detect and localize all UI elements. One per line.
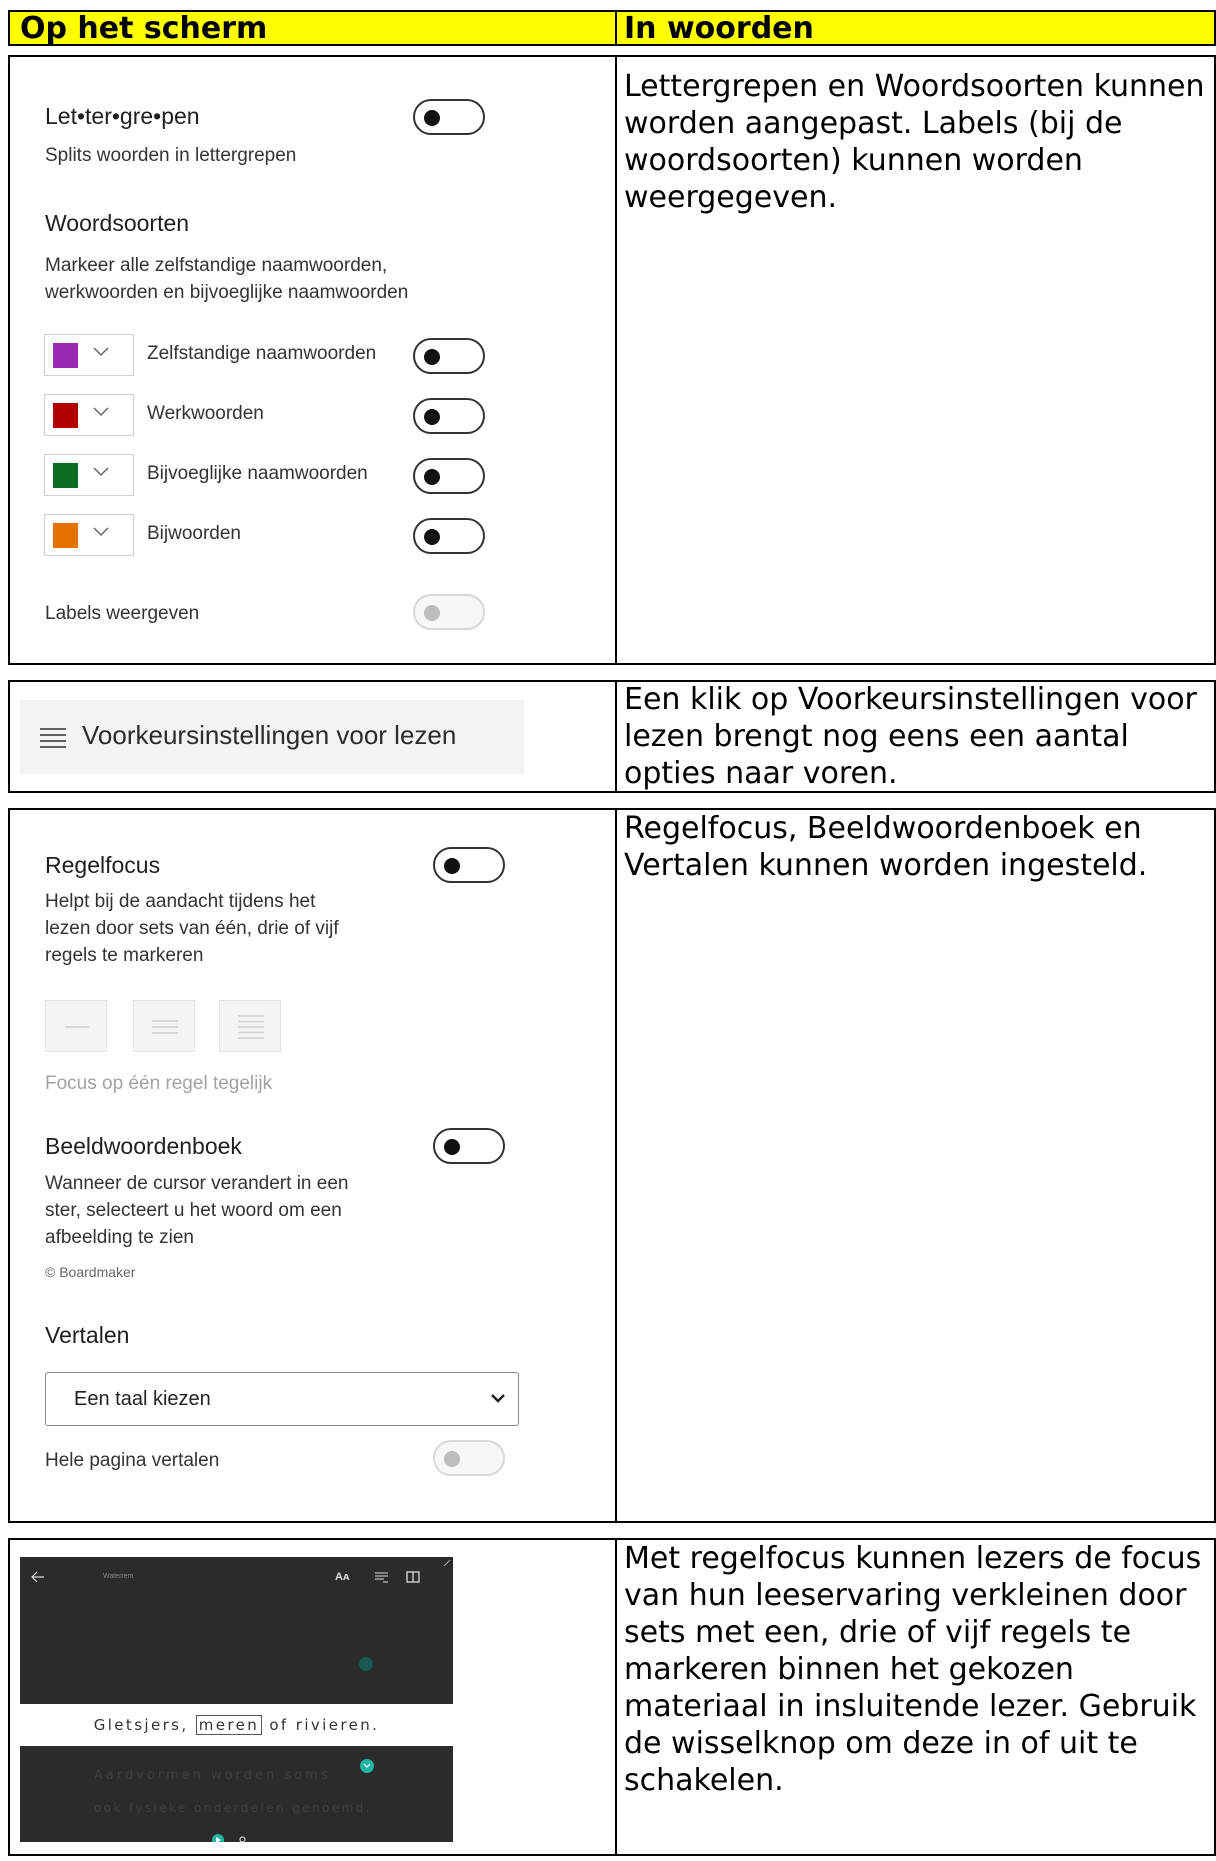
adjective-label: Bijvoeglijke naamwoorden: [147, 463, 368, 484]
header-col-screen: Op het scherm: [20, 11, 268, 46]
adverb-label: Bijwoorden: [147, 523, 241, 544]
picture-dictionary-title: Beeldwoordenboek: [45, 1133, 242, 1159]
reader-title: Waterrem: [103, 1573, 134, 1580]
three-line-focus-button[interactable]: [133, 1000, 195, 1052]
one-line-focus-button[interactable]: [45, 1000, 107, 1052]
picture-dictionary-toggle[interactable]: [433, 1128, 505, 1164]
row2-description: Een klik op Voorkeursinstellingen voor l…: [624, 682, 1197, 791]
chevron-down-icon: [93, 407, 109, 417]
text-preferences-icon[interactable]: Aᴀ: [335, 1571, 349, 1583]
picture-dictionary-description-1: Wanneer de cursor verandert in een: [45, 1173, 349, 1194]
row4-description: Met regelfocus kunnen lezers de focus va…: [624, 1541, 1202, 1798]
adverb-color-swatch: [53, 523, 78, 548]
chevron-down-icon: [93, 527, 109, 537]
parts-of-speech-description-1: Markeer alle zelfstandige naamwoorden,: [45, 255, 388, 276]
adverb-toggle[interactable]: [413, 518, 485, 554]
labels-toggle-label: Labels weergeven: [45, 603, 200, 624]
translate-title: Vertalen: [45, 1322, 130, 1348]
header-col-words: In woorden: [624, 11, 814, 46]
boardmaker-credit: © Boardmaker: [45, 1264, 136, 1280]
focused-text-after: of rivieren.: [269, 1716, 380, 1734]
adjective-color-swatch: [53, 463, 78, 488]
dimmed-line-1: Aardvormen worden soms: [94, 1768, 331, 1783]
immersive-reader-preview: Waterrem Aᴀ Gletsjers, meren of rivieren…: [20, 1557, 453, 1842]
adverb-color-picker[interactable]: [44, 514, 134, 556]
chevron-down-icon: [363, 1763, 371, 1768]
adjective-toggle[interactable]: [413, 458, 485, 494]
line-focus-toggle[interactable]: [433, 847, 505, 883]
five-line-focus-button[interactable]: [219, 1000, 281, 1052]
column-divider: [615, 12, 617, 44]
line-focus-title: Regelfocus: [45, 852, 161, 878]
syllables-title: Let•ter•gre•pen: [45, 103, 200, 129]
play-icon: [216, 1837, 221, 1842]
line-focus-caption: Focus op één regel tegelijk: [45, 1073, 273, 1094]
dimmed-line-2: ook fysieke onderdelen genoemd.: [94, 1801, 372, 1815]
adjective-color-picker[interactable]: [44, 454, 134, 496]
chevron-down-icon: [93, 467, 109, 477]
line-focus-description-2: lezen door sets van één, drie of vijf: [45, 918, 339, 939]
expand-icon[interactable]: [443, 1559, 451, 1567]
labels-toggle[interactable]: [413, 594, 485, 630]
column-divider: [615, 57, 617, 663]
scroll-indicator: [359, 1657, 373, 1671]
row1-description: Lettergrepen en Woordsoorten kunnen word…: [624, 69, 1205, 215]
highlighted-word[interactable]: meren: [195, 1715, 263, 1735]
translate-page-label: Hele pagina vertalen: [45, 1450, 220, 1471]
noun-color-picker[interactable]: [44, 334, 134, 376]
text-lines-icon: [40, 728, 66, 748]
grammar-options-icon[interactable]: [375, 1572, 388, 1583]
reading-preferences-label: Voorkeursinstellingen voor lezen: [82, 720, 457, 750]
translate-page-toggle[interactable]: [433, 1440, 505, 1476]
reading-preferences-button[interactable]: Voorkeursinstellingen voor lezen: [20, 700, 524, 774]
parts-of-speech-description-2: werkwoorden en bijvoeglijke naamwoorden: [45, 282, 409, 303]
back-arrow-icon[interactable]: [31, 1571, 45, 1583]
line-focus-toggle-indicator[interactable]: [360, 1759, 374, 1773]
verb-label: Werkwoorden: [147, 403, 264, 424]
table-header: Op het scherm In woorden: [8, 10, 1216, 46]
line-focus-description-3: regels te markeren: [45, 945, 204, 966]
play-button[interactable]: [212, 1834, 224, 1842]
column-divider: [615, 1540, 617, 1854]
language-select[interactable]: Een taal kiezen: [45, 1372, 519, 1426]
parts-of-speech-title: Woordsoorten: [45, 210, 190, 236]
focused-text-before: Gletsjers,: [93, 1716, 189, 1734]
noun-color-swatch: [53, 343, 78, 368]
column-divider: [615, 810, 617, 1521]
five-lines-icon: [238, 1015, 264, 1039]
syllables-description: Splits woorden in lettergrepen: [45, 145, 297, 166]
language-select-value: Een taal kiezen: [74, 1388, 211, 1410]
line-focus-description-1: Helpt bij de aandacht tijdens het: [45, 891, 316, 912]
one-line-icon: [65, 1026, 89, 1028]
picture-dictionary-description-2: ster, selecteert u het woord om een: [45, 1200, 342, 1221]
chevron-down-icon: [491, 1394, 505, 1403]
column-divider: [615, 682, 617, 791]
row3-description: Regelfocus, Beeldwoordenboek en Vertalen…: [624, 811, 1148, 883]
syllables-toggle[interactable]: [413, 99, 485, 135]
verb-toggle[interactable]: [413, 398, 485, 434]
focused-line-band: Gletsjers, meren of rivieren.: [20, 1704, 453, 1746]
noun-toggle[interactable]: [413, 338, 485, 374]
book-icon[interactable]: [406, 1571, 420, 1583]
three-lines-icon: [152, 1020, 178, 1034]
chevron-down-icon: [93, 347, 109, 357]
noun-label: Zelfstandige naamwoorden: [147, 343, 377, 364]
settings-icon[interactable]: [238, 1835, 247, 1842]
focused-line: Gletsjers, meren of rivieren.: [20, 1715, 453, 1735]
picture-dictionary-description-3: afbeelding te zien: [45, 1227, 194, 1248]
verb-color-picker[interactable]: [44, 394, 134, 436]
verb-color-swatch: [53, 403, 78, 428]
